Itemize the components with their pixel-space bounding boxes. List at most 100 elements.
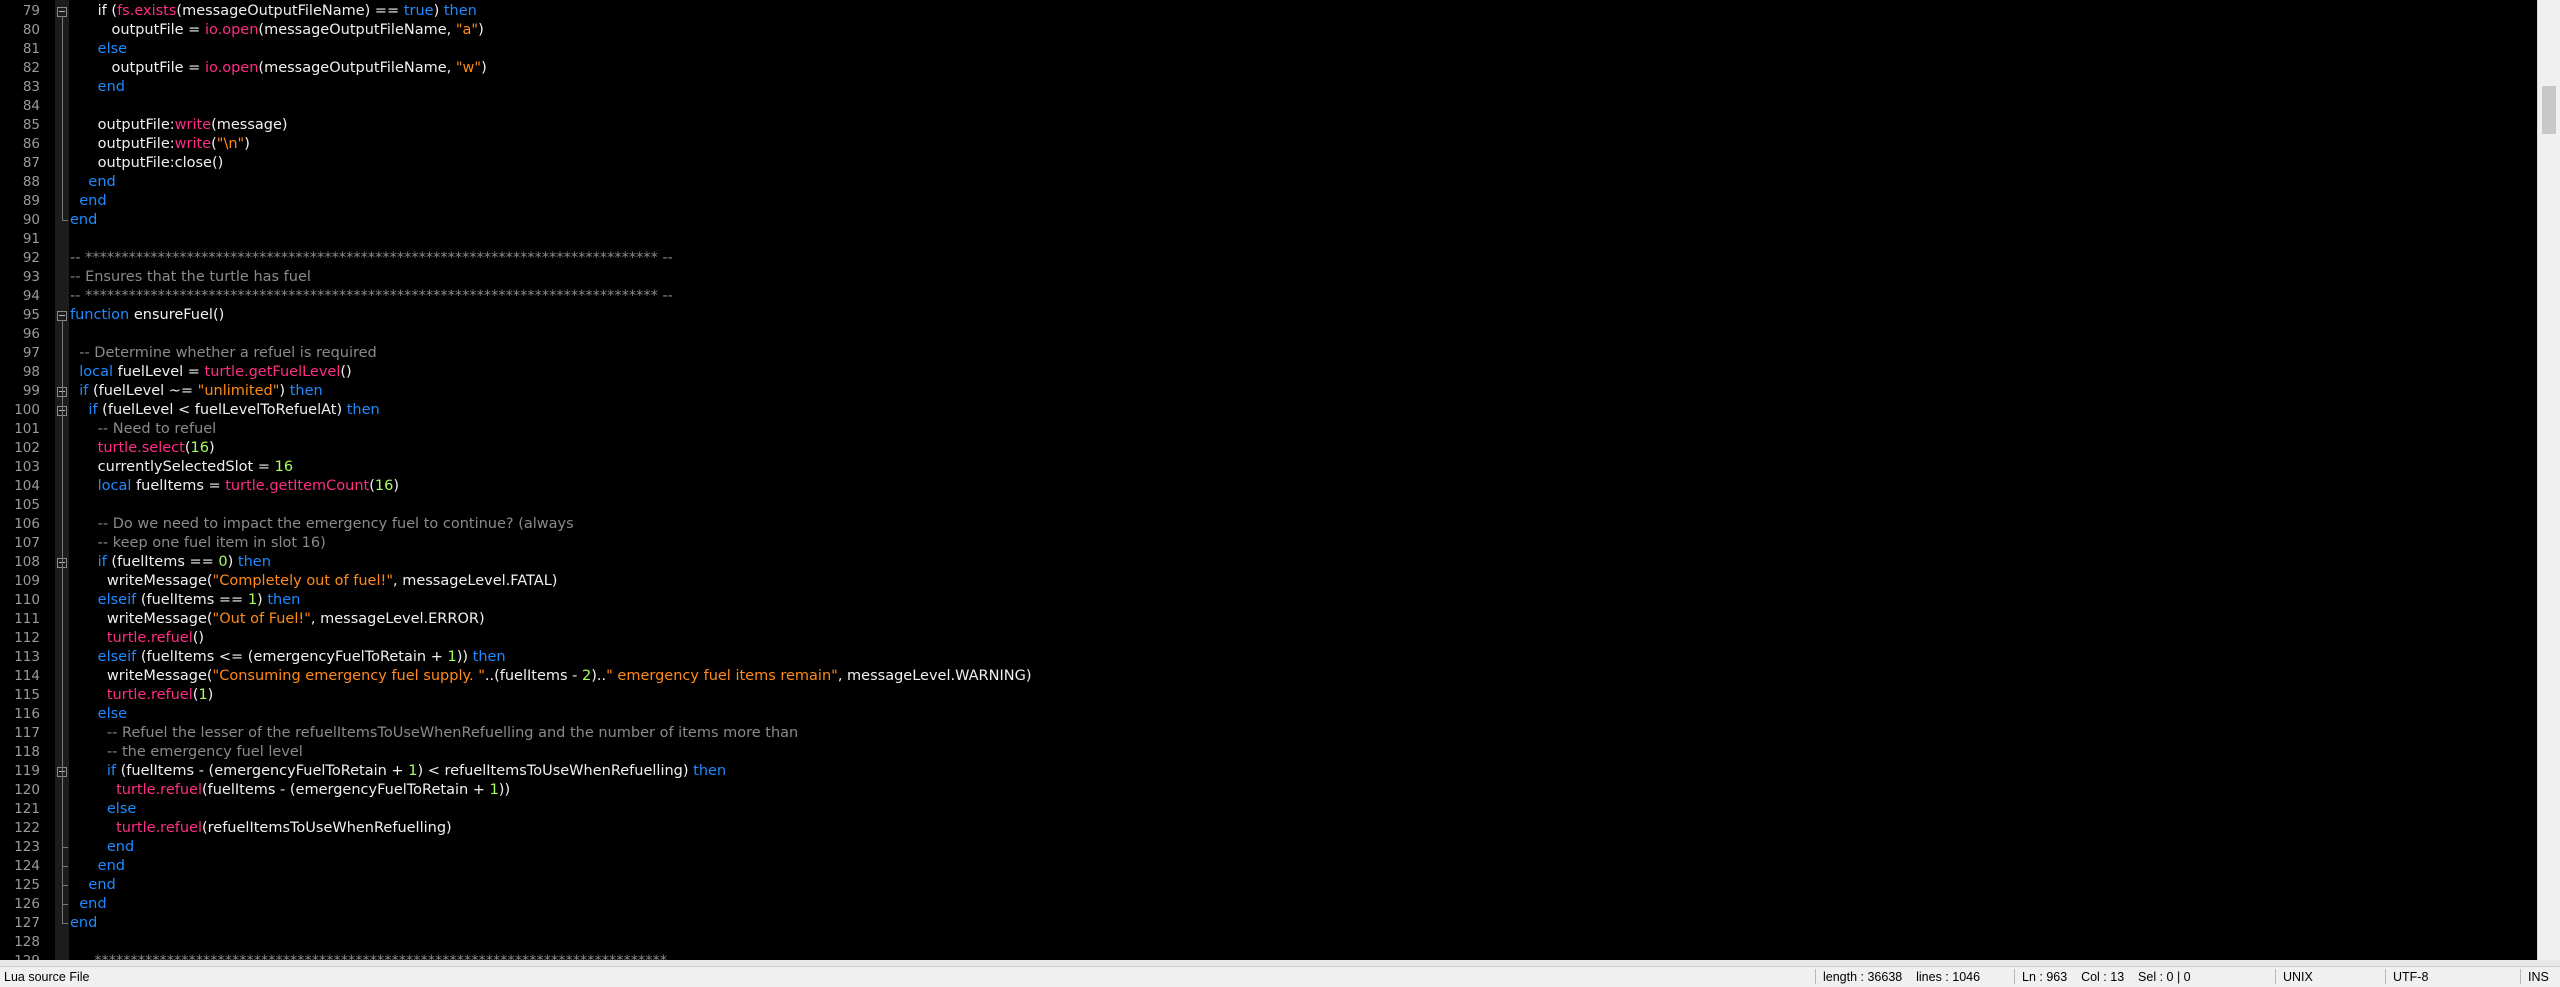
code-token: turtle.refuel: [70, 820, 202, 836]
code-line[interactable]: -- the emergency fuel level: [70, 743, 303, 762]
code-token: "w": [455, 60, 482, 76]
line-number: 94: [22, 288, 40, 304]
code-line[interactable]: end: [70, 838, 134, 857]
eol-format-label[interactable]: UNIX: [2283, 970, 2313, 984]
code-line[interactable]: else: [70, 40, 127, 59]
code-token: 2: [582, 668, 592, 684]
code-line[interactable]: local fuelLevel = turtle.getFuelLevel(): [70, 363, 352, 382]
code-line[interactable]: -- Ensures that the turtle has fuel: [70, 268, 311, 287]
fold-end-marker: [62, 885, 68, 886]
length-lines-label: length : 36638 lines : 1046: [1823, 970, 1981, 984]
code-token: (): [340, 364, 352, 380]
code-line[interactable]: turtle.refuel(fuelItems - (emergencyFuel…: [70, 781, 510, 800]
code-token: -- the emergency fuel level: [70, 744, 303, 760]
code-line[interactable]: else: [70, 705, 127, 724]
line-number: 122: [14, 820, 40, 836]
code-token: ) < refuelItemsToUseWhenRefuelling): [417, 763, 694, 779]
code-token: elseif: [70, 649, 137, 665]
code-line[interactable]: end: [70, 914, 97, 933]
code-token: -- Ensures that the turtle has fuel: [70, 269, 311, 285]
code-token: (fuelLevel ~=: [88, 383, 198, 399]
code-line[interactable]: if (fuelItems - (emergencyFuelToRetain +…: [70, 762, 726, 781]
code-line[interactable]: -- Determine whether a refuel is require…: [70, 344, 377, 363]
code-line[interactable]: -- keep one fuel item in slot 16): [70, 534, 326, 553]
code-line[interactable]: outputFile:write(message): [70, 116, 288, 135]
code-token: io.open: [204, 60, 259, 76]
code-token: 1: [198, 687, 208, 703]
code-token: "Consuming emergency fuel supply. ": [212, 668, 485, 684]
code-token: end: [70, 877, 116, 893]
code-line[interactable]: outputFile = io.open(messageOutputFileNa…: [70, 21, 483, 40]
scrollbar-thumb[interactable]: [2542, 86, 2556, 134]
code-line[interactable]: outputFile:close(): [70, 154, 224, 173]
code-token: "a": [455, 22, 479, 38]
line-number: 110: [14, 592, 40, 608]
insert-mode-label[interactable]: INS: [2528, 970, 2549, 984]
code-token: else: [70, 706, 128, 722]
code-line[interactable]: elseif (fuelItems == 1) then: [70, 591, 301, 610]
code-line[interactable]: -- *************************************…: [70, 952, 667, 960]
code-token: if: [70, 763, 117, 779]
code-line[interactable]: outputFile:write("\n"): [70, 135, 250, 154]
line-number: 85: [22, 117, 40, 133]
code-token: then: [693, 763, 727, 779]
code-line[interactable]: end: [70, 173, 115, 192]
code-token: 16: [374, 478, 394, 494]
code-token: "\n": [216, 136, 245, 152]
code-line[interactable]: writeMessage("Consuming emergency fuel s…: [70, 667, 1032, 686]
status-divider: [2520, 969, 2521, 984]
code-token: local: [70, 478, 132, 494]
code-line[interactable]: currentlySelectedSlot = 16: [70, 458, 293, 477]
code-line[interactable]: -- Do we need to impact the emergency fu…: [70, 515, 574, 534]
code-token: (messageOutputFileName,: [258, 22, 456, 38]
code-line[interactable]: end: [70, 78, 125, 97]
code-line[interactable]: elseif (fuelItems <= (emergencyFuelToRet…: [70, 648, 506, 667]
line-number: 102: [14, 440, 40, 456]
code-line[interactable]: end: [70, 211, 97, 230]
vertical-scrollbar[interactable]: [2537, 0, 2560, 960]
line-number: 113: [14, 649, 40, 665]
line-number: 83: [22, 79, 40, 95]
code-token: ): [257, 592, 268, 608]
code-editor[interactable]: 79 80 81 82 83 84 85 86 87 88 89 90 91 92 93 94 95 96 97 98…: [0, 0, 2537, 960]
line-number: 89: [22, 193, 40, 209]
encoding-label[interactable]: UTF-8: [2393, 970, 2428, 984]
code-line[interactable]: writeMessage("Out of Fuel!", messageLeve…: [70, 610, 485, 629]
code-line[interactable]: if (fuelItems == 0) then: [70, 553, 271, 572]
code-line[interactable]: end: [70, 192, 106, 211]
line-number: 111: [14, 611, 40, 627]
code-line[interactable]: end: [70, 876, 116, 895]
code-line[interactable]: if (fuelLevel < fuelLevelToRefuelAt) the…: [70, 401, 379, 420]
code-line[interactable]: outputFile = io.open(messageOutputFileNa…: [70, 59, 486, 78]
code-line[interactable]: -- *************************************…: [70, 287, 673, 306]
code-token: if: [70, 383, 89, 399]
code-token: write: [174, 136, 212, 152]
code-line[interactable]: turtle.refuel(refuelItemsToUseWhenRefuel…: [70, 819, 452, 838]
code-line[interactable]: if (fuelLevel ~= "unlimited") then: [70, 382, 323, 401]
code-line[interactable]: -- *************************************…: [70, 249, 673, 268]
line-number: 128: [14, 934, 40, 950]
code-token: , messageLevel.ERROR): [310, 611, 485, 627]
code-line[interactable]: local fuelItems = turtle.getItemCount(16…: [70, 477, 399, 496]
code-line[interactable]: turtle.refuel(): [70, 629, 204, 648]
code-token: outputFile =: [70, 22, 205, 38]
code-token: io.open: [204, 22, 259, 38]
code-token: (messageOutputFileName) ==: [176, 3, 404, 19]
code-token: true: [403, 3, 434, 19]
code-line[interactable]: -- Need to refuel: [70, 420, 217, 439]
code-token: fs.exists: [117, 3, 177, 19]
code-line[interactable]: if (fs.exists(messageOutputFileName) == …: [70, 2, 477, 21]
code-line[interactable]: -- Refuel the lesser of the refuelItemsT…: [70, 724, 798, 743]
code-line[interactable]: turtle.select(16): [70, 439, 215, 458]
line-number: 93: [22, 269, 40, 285]
code-line[interactable]: function ensureFuel(): [70, 306, 224, 325]
code-line[interactable]: end: [70, 895, 106, 914]
code-token: (messageOutputFileName,: [258, 60, 456, 76]
code-token: then: [267, 592, 301, 608]
code-line[interactable]: turtle.refuel(1): [70, 686, 213, 705]
code-token: (fuelLevel < fuelLevelToRefuelAt): [97, 402, 347, 418]
line-number: 92: [22, 250, 40, 266]
code-line[interactable]: writeMessage("Completely out of fuel!", …: [70, 572, 558, 591]
code-line[interactable]: end: [70, 857, 125, 876]
code-line[interactable]: else: [70, 800, 136, 819]
